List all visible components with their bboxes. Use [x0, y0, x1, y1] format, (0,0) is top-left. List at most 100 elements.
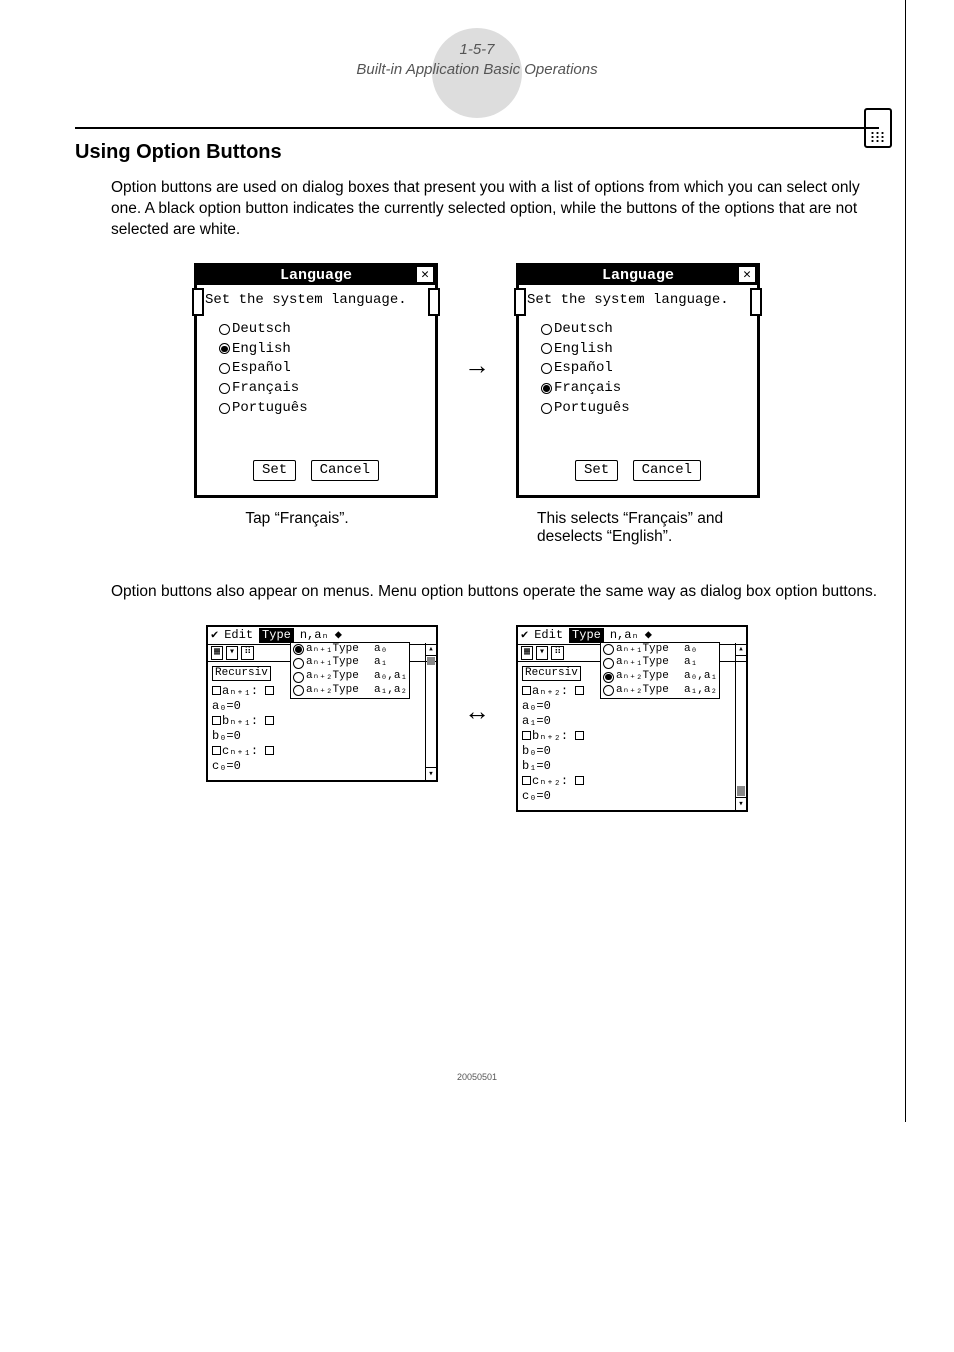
paragraph-intro: Option buttons are used on dialog boxes …: [111, 178, 879, 241]
menu-option[interactable]: aₙ₊₂Type a₀,a₁: [293, 670, 407, 684]
menu-option[interactable]: aₙ₊₁Type a₀: [293, 643, 407, 657]
toolbar-dropdown-icon[interactable]: ▾: [226, 646, 238, 660]
toolbar-icon[interactable]: ▦: [211, 646, 223, 660]
menu-option-label: aₙ₊₂Type: [306, 670, 359, 684]
menu-option-value: a₀: [671, 643, 697, 657]
menu-option[interactable]: aₙ₊₂Type a₁,a₂: [603, 684, 717, 698]
checkbox-icon[interactable]: [575, 686, 584, 695]
radio-icon: [219, 403, 230, 414]
menu-item-n,aₙ[interactable]: n,aₙ: [300, 628, 329, 643]
menu-option-value: a₁: [361, 656, 387, 670]
checkbox-icon[interactable]: [265, 746, 274, 755]
checkbox-icon[interactable]: [212, 746, 221, 755]
checkbox-icon[interactable]: [212, 686, 221, 695]
menu-option-label: aₙ₊₁Type: [616, 643, 669, 657]
radio-option-español[interactable]: Español: [219, 359, 427, 378]
toolbar-icon[interactable]: ⠿: [241, 646, 254, 660]
radio-option-português[interactable]: Português: [219, 399, 427, 418]
set-button[interactable]: Set: [253, 460, 296, 481]
menu-item-type[interactable]: Type: [259, 628, 294, 643]
radio-option-português[interactable]: Português: [541, 399, 749, 418]
radio-option-english[interactable]: English: [219, 340, 427, 359]
radio-label: Español: [554, 359, 613, 378]
radio-option-deutsch[interactable]: Deutsch: [219, 320, 427, 339]
radio-icon: [293, 658, 304, 669]
radio-option-español[interactable]: Español: [541, 359, 749, 378]
cancel-button[interactable]: Cancel: [633, 460, 701, 481]
paragraph-menus: Option buttons also appear on menus. Men…: [111, 582, 879, 603]
radio-option-english[interactable]: English: [541, 340, 749, 359]
toolbar-dropdown-icon[interactable]: ▾: [536, 646, 548, 660]
language-dialog-after: Language ✕ Set the system language. Deut…: [516, 263, 760, 498]
menu-item-◆[interactable]: ◆: [335, 628, 342, 643]
scroll-thumb[interactable]: [737, 786, 745, 796]
page-header: 1-5-7 Built-in Application Basic Operati…: [75, 40, 879, 79]
radio-option-deutsch[interactable]: Deutsch: [541, 320, 749, 339]
caption-left: Tap “Français”.: [177, 510, 417, 546]
radio-icon: [603, 685, 614, 696]
menu-option-value: a₁: [671, 656, 697, 670]
radio-option-français[interactable]: Français: [219, 379, 427, 398]
close-icon[interactable]: ✕: [417, 267, 433, 282]
menu-option-label: aₙ₊₂Type: [616, 670, 669, 684]
type-menu-popup: aₙ₊₁Type a₀aₙ₊₁Type a₁aₙ₊₂Type a₀,a₁aₙ₊₂…: [600, 642, 720, 699]
checkbox-icon[interactable]: [212, 716, 221, 725]
radio-icon: [219, 383, 230, 394]
checkbox-icon[interactable]: [265, 686, 274, 695]
heading-using-option-buttons: Using Option Buttons: [75, 141, 879, 164]
checkbox-icon[interactable]: [522, 731, 531, 740]
scroll-up-icon[interactable]: ▴: [426, 643, 436, 656]
scroll-down-icon[interactable]: ▾: [426, 767, 436, 780]
radio-label: Deutsch: [232, 320, 291, 339]
dialog-titlebar: Language ✕: [519, 266, 757, 285]
radio-icon: [541, 403, 552, 414]
menu-screenshot-after: ✔EditTypen,aₙ◆▦▾⠿aₙ₊₁Type a₀aₙ₊₁Type a₁a…: [516, 625, 748, 812]
menu-item-edit[interactable]: Edit: [534, 628, 563, 643]
sequence-line: a₁=0: [522, 714, 742, 729]
checkbox-icon[interactable]: [522, 686, 531, 695]
scroll-up-icon[interactable]: ▴: [736, 643, 746, 656]
set-button[interactable]: Set: [575, 460, 618, 481]
menu-option[interactable]: aₙ₊₁Type a₁: [293, 656, 407, 670]
menu-option[interactable]: aₙ₊₂Type a₁,a₂: [293, 684, 407, 698]
checkbox-icon[interactable]: [575, 731, 584, 740]
dialog-titlebar: Language ✕: [197, 266, 435, 285]
arrow-right-icon: →: [464, 350, 490, 381]
arrow-bidirectional-icon: ↔: [464, 696, 490, 727]
horizontal-rule: [75, 127, 879, 129]
sequence-line: a₀=0: [212, 699, 432, 714]
menu-option[interactable]: aₙ₊₂Type a₀,a₁: [603, 670, 717, 684]
cancel-button[interactable]: Cancel: [311, 460, 379, 481]
close-icon[interactable]: ✕: [739, 267, 755, 282]
menu-option-label: aₙ₊₂Type: [306, 684, 359, 698]
radio-icon: [293, 644, 304, 655]
checkbox-icon[interactable]: [265, 716, 274, 725]
menu-item-✔[interactable]: ✔: [211, 628, 218, 643]
vertical-scrollbar[interactable]: ▴▾: [735, 643, 746, 810]
menu-item-edit[interactable]: Edit: [224, 628, 253, 643]
menu-option-label: aₙ₊₂Type: [616, 684, 669, 698]
menu-item-type[interactable]: Type: [569, 628, 604, 643]
sequence-line: bₙ₊₂:: [522, 729, 742, 744]
toolbar-icon[interactable]: ⠿: [551, 646, 564, 660]
menu-option[interactable]: aₙ₊₁Type a₁: [603, 656, 717, 670]
toolbar-icon[interactable]: ▦: [521, 646, 533, 660]
recursive-label: Recursiv: [212, 666, 271, 681]
checkbox-icon[interactable]: [575, 776, 584, 785]
checkbox-icon[interactable]: [522, 776, 531, 785]
radio-label: English: [554, 340, 613, 359]
menu-item-◆[interactable]: ◆: [645, 628, 652, 643]
menu-option-label: aₙ₊₁Type: [616, 656, 669, 670]
scroll-thumb[interactable]: [427, 657, 435, 665]
radio-icon: [219, 363, 230, 374]
vertical-scrollbar[interactable]: ▴▾: [425, 643, 436, 780]
language-radio-group: DeutschEnglishEspañolFrançaisPortuguês: [527, 320, 749, 418]
page-footer-code: 20050501: [75, 1072, 879, 1082]
menu-option-value: a₁,a₂: [361, 684, 407, 698]
menu-option[interactable]: aₙ₊₁Type a₀: [603, 643, 717, 657]
menu-item-✔[interactable]: ✔: [521, 628, 528, 643]
scroll-down-icon[interactable]: ▾: [736, 797, 746, 810]
radio-option-français[interactable]: Français: [541, 379, 749, 398]
sequence-line: b₀=0: [522, 744, 742, 759]
menu-item-n,aₙ[interactable]: n,aₙ: [610, 628, 639, 643]
